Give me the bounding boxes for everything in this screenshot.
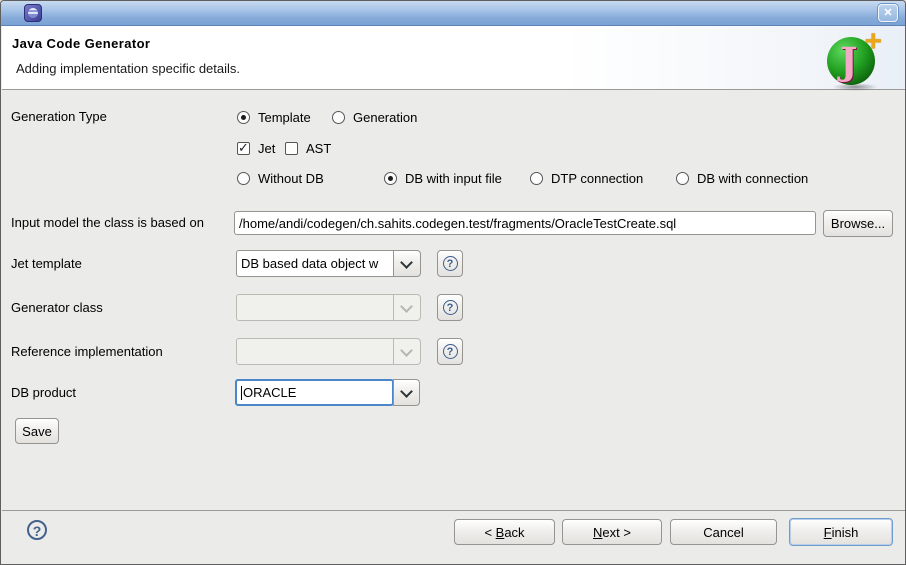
db-product-dropdown-button[interactable] <box>393 379 420 406</box>
checkbox-jet-label: Jet <box>258 141 275 156</box>
radio-db-with-connection-label: DB with connection <box>697 171 808 186</box>
checkbox-ast-label: AST <box>306 141 331 156</box>
logo-plus: + <box>864 25 882 59</box>
radio-db-with-input-file-label: DB with input file <box>405 171 502 186</box>
db-product-value: ORACLE <box>243 385 296 400</box>
text-caret <box>241 386 242 400</box>
browse-button-label: Browse... <box>831 216 885 231</box>
help-button[interactable]: ? <box>27 520 47 540</box>
jplus-logo-icon: J + <box>826 31 882 87</box>
input-model-value: /home/andi/codegen/ch.sahits.codegen.tes… <box>239 216 676 231</box>
help-icon: ? <box>33 523 42 539</box>
reference-implementation-combo <box>236 338 394 365</box>
eclipse-icon <box>24 4 42 22</box>
radio-button-icon[interactable] <box>237 111 250 124</box>
input-model-field[interactable]: /home/andi/codegen/ch.sahits.codegen.tes… <box>234 211 816 235</box>
checkbox-ast[interactable]: AST <box>285 140 331 156</box>
help-icon: ? <box>443 256 458 271</box>
help-icon: ? <box>443 300 458 315</box>
db-mode-radios: Without DB DB with input file DTP connec… <box>1 170 905 188</box>
reference-implementation-dropdown-button <box>393 338 421 365</box>
save-button-label: Save <box>22 424 52 439</box>
chevron-down-icon <box>400 256 413 269</box>
jet-template-label: Jet template <box>11 256 82 271</box>
radio-button-icon[interactable] <box>384 172 397 185</box>
radio-button-icon[interactable] <box>237 172 250 185</box>
generation-type-radios: Template Generation <box>1 109 905 127</box>
radio-dtp-connection[interactable]: DTP connection <box>530 170 643 186</box>
radio-without-db-label: Without DB <box>258 171 324 186</box>
generator-class-label: Generator class <box>11 300 103 315</box>
chevron-down-icon <box>400 344 413 357</box>
checkbox-icon[interactable] <box>285 142 298 155</box>
close-icon: ✕ <box>883 7 892 19</box>
generator-class-combo <box>236 294 394 321</box>
next-button-label: Next > <box>593 525 631 540</box>
checkbox-jet[interactable]: ✓ Jet <box>237 140 275 156</box>
radio-button-icon[interactable] <box>332 111 345 124</box>
jet-template-help-button[interactable]: ? <box>437 250 463 277</box>
close-button[interactable]: ✕ <box>878 4 898 22</box>
input-model-label: Input model the class is based on <box>11 215 204 230</box>
back-button-label: < Back <box>484 525 524 540</box>
back-button[interactable]: < Back <box>454 519 555 545</box>
cancel-button[interactable]: Cancel <box>670 519 777 545</box>
radio-generation[interactable]: Generation <box>332 109 417 125</box>
db-product-label: DB product <box>11 385 76 400</box>
radio-generation-label: Generation <box>353 110 417 125</box>
next-button[interactable]: Next > <box>562 519 662 545</box>
template-kind-checkboxes: ✓ Jet AST <box>1 140 905 158</box>
generator-class-help-button[interactable]: ? <box>437 294 463 321</box>
button-bar: ? < Back Next > Cancel Finish <box>2 510 906 564</box>
help-icon: ? <box>443 344 458 359</box>
browse-button[interactable]: Browse... <box>823 210 893 237</box>
radio-button-icon[interactable] <box>676 172 689 185</box>
radio-template-label: Template <box>258 110 311 125</box>
db-product-combo[interactable]: ORACLE <box>235 379 394 406</box>
java-code-generator-dialog: ✕ Java Code Generator Adding implementat… <box>0 0 906 565</box>
wizard-header: Java Code Generator Adding implementatio… <box>2 26 906 90</box>
check-icon: ✓ <box>238 140 249 156</box>
radio-dtp-connection-label: DTP connection <box>551 171 643 186</box>
finish-button[interactable]: Finish <box>789 518 893 546</box>
jet-template-dropdown-button[interactable] <box>393 250 421 277</box>
cancel-button-label: Cancel <box>703 525 743 540</box>
reference-implementation-help-button[interactable]: ? <box>437 338 463 365</box>
radio-without-db[interactable]: Without DB <box>237 170 324 186</box>
logo-j: J <box>840 39 858 83</box>
logo-shadow <box>832 83 878 91</box>
checkbox-icon[interactable]: ✓ <box>237 142 250 155</box>
radio-button-icon[interactable] <box>530 172 543 185</box>
radio-db-with-input-file[interactable]: DB with input file <box>384 170 502 186</box>
jet-template-combo[interactable]: DB based data object w <box>236 250 394 277</box>
page-subtitle: Adding implementation specific details. <box>16 61 240 76</box>
save-button[interactable]: Save <box>15 418 59 444</box>
page-title: Java Code Generator <box>12 36 150 51</box>
chevron-down-icon <box>400 300 413 313</box>
generator-class-dropdown-button <box>393 294 421 321</box>
radio-template[interactable]: Template <box>237 109 311 125</box>
jet-template-value: DB based data object w <box>241 256 378 271</box>
finish-button-label: Finish <box>824 525 859 540</box>
chevron-down-icon <box>400 385 413 398</box>
radio-db-with-connection[interactable]: DB with connection <box>676 170 808 186</box>
reference-implementation-label: Reference implementation <box>11 344 163 359</box>
titlebar[interactable]: ✕ <box>1 1 905 26</box>
